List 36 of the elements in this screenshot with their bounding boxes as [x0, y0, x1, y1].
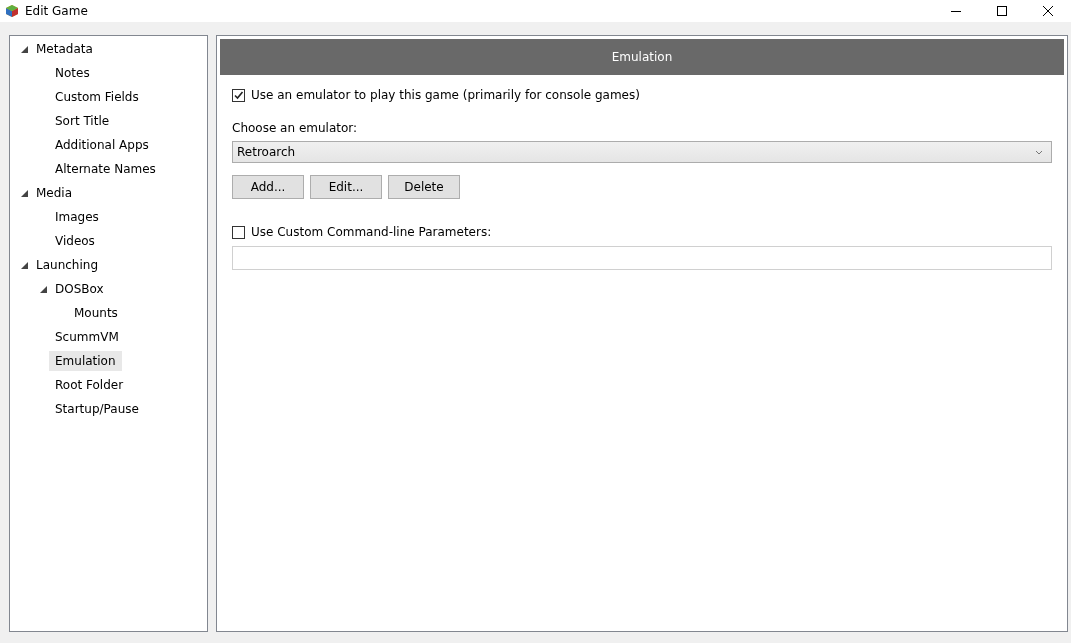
tree-item[interactable]: Startup/Pause	[49, 399, 145, 419]
action-button[interactable]: Edit...	[310, 175, 382, 199]
tree-item[interactable]: Metadata	[30, 39, 99, 59]
window-title: Edit Game	[25, 4, 88, 18]
parameters-field[interactable]	[232, 246, 1052, 270]
tree-item[interactable]: DOSBox	[49, 279, 110, 299]
maximize-icon	[996, 5, 1008, 17]
tree-item[interactable]: Sort Title	[49, 111, 116, 131]
caret-icon	[1035, 149, 1043, 155]
collapse-arrow-icon[interactable]	[40, 285, 47, 293]
action-button[interactable]: Delete	[388, 175, 460, 199]
action-button[interactable]: Add...	[232, 175, 304, 199]
tree-item[interactable]: Additional Apps	[49, 135, 155, 155]
collapse-arrow-icon[interactable]	[21, 189, 28, 197]
tree-item[interactable]: Alternate Names	[49, 159, 162, 179]
tree-item[interactable]: Mounts	[68, 303, 124, 323]
panel-header: Emulation	[220, 39, 1064, 75]
checkbox-label: Use an emulator to play this game (primarily for console games)	[251, 88, 640, 102]
tree-item[interactable]: ScummVM	[49, 327, 125, 347]
field-label: Choose an emulator:	[232, 121, 359, 135]
collapse-arrow-icon[interactable]	[21, 261, 28, 269]
close-icon	[1042, 5, 1054, 17]
checkbox[interactable]	[232, 88, 245, 102]
tree-item[interactable]: Images	[49, 207, 105, 227]
checkbox[interactable]	[232, 225, 245, 239]
tree-item[interactable]: Videos	[49, 231, 101, 251]
checkbox-label: Use Custom Command-line Parameters:	[251, 225, 492, 239]
tree-item[interactable]: Media	[30, 183, 79, 203]
tree-item[interactable]: Custom Fields	[49, 87, 145, 107]
collapse-arrow-icon[interactable]	[21, 45, 28, 53]
emulator-dropdown[interactable]: Retroarch	[232, 141, 1052, 163]
tree-item[interactable]: Launching	[30, 255, 104, 275]
tree-item[interactable]: Root Folder	[49, 375, 130, 395]
cube-icon	[5, 4, 19, 18]
tree-item[interactable]: Notes	[49, 63, 96, 83]
tree-item[interactable]: Emulation	[49, 351, 122, 371]
